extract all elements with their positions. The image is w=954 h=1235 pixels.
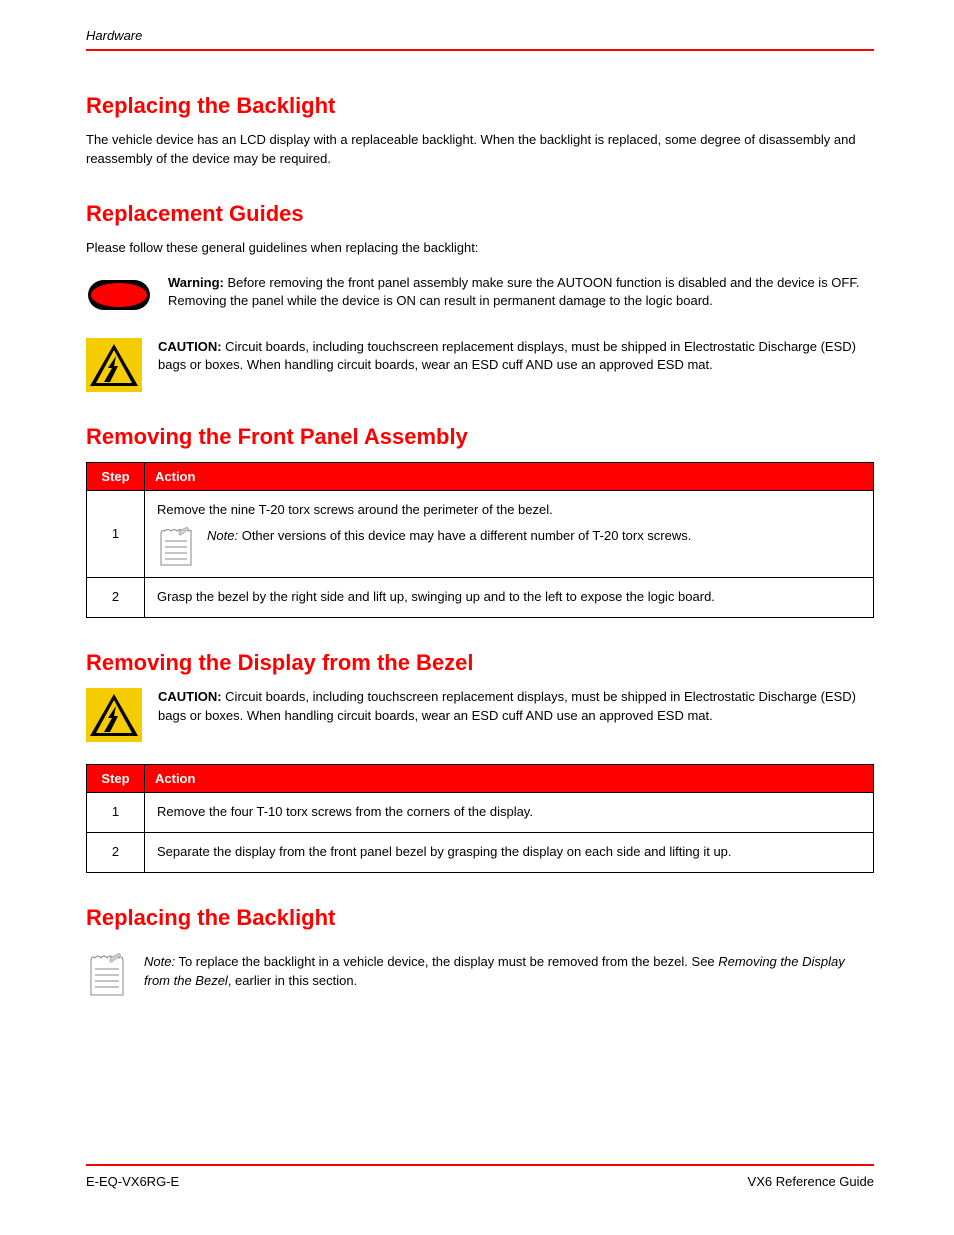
esd-block-2: CAUTION: Circuit boards, including touch… — [86, 688, 874, 742]
cell-note-body: Other versions of this device may have a… — [242, 528, 692, 543]
table-row: 1 Remove the four T-10 torx screws from … — [87, 793, 874, 833]
cell-note: Note: Other versions of this device may … — [157, 527, 861, 567]
esd-text-2: CAUTION: Circuit boards, including touch… — [158, 688, 874, 726]
header-rule — [86, 49, 874, 51]
warning-body: Before removing the front panel assembly… — [168, 275, 859, 309]
th-action: Action — [145, 462, 874, 490]
esd-label-2: CAUTION: — [158, 689, 225, 704]
esd-icon — [86, 338, 142, 392]
esd-block-1: CAUTION: Circuit boards, including touch… — [86, 338, 874, 392]
esd-body-2: Circuit boards, including touchscreen re… — [158, 689, 856, 723]
note-block: Note: To replace the backlight in a vehi… — [86, 953, 874, 997]
esd-text-1: CAUTION: Circuit boards, including touch… — [158, 338, 874, 376]
esd-icon — [86, 688, 142, 742]
table-row: 2 Separate the display from the front pa… — [87, 833, 874, 873]
esd-body-1: Circuit boards, including touchscreen re… — [158, 339, 856, 373]
cell-note-label: Note: — [207, 528, 238, 543]
section-title-guides: Replacement Guides — [86, 201, 874, 227]
cell-note-text: Note: Other versions of this device may … — [207, 527, 861, 545]
note-tail: , earlier in this section. — [228, 973, 357, 988]
table-row: 2 Grasp the bezel by the right side and … — [87, 578, 874, 618]
warning-label: Warning: — [168, 275, 227, 290]
table-remove-bezel: Step Action 1 Remove the four T-10 torx … — [86, 764, 874, 873]
footer-left: E-EQ-VX6RG-E — [86, 1174, 179, 1189]
table-row: 1 Remove the nine T-20 torx screws aroun… — [87, 490, 874, 578]
cell-step-num: 1 — [87, 490, 145, 578]
note-icon — [157, 527, 195, 567]
cell-action-text: Remove the nine T-20 torx screws around … — [157, 501, 861, 520]
section-title-replace-backlight-2: Replacing the Backlight — [86, 905, 874, 931]
running-head: Hardware — [86, 28, 874, 43]
cell-step-num: 1 — [87, 793, 145, 833]
footer-right: VX6 Reference Guide — [748, 1174, 874, 1189]
cell-step-num: 2 — [87, 833, 145, 873]
footer-rule — [86, 1164, 874, 1166]
th-step: Step — [87, 462, 145, 490]
warning-icon — [86, 274, 152, 316]
section-title-backlight: Replacing the Backlight — [86, 93, 874, 119]
note-label: Note: — [144, 954, 175, 969]
table-remove-panel: Step Action 1 Remove the nine T-20 torx … — [86, 462, 874, 619]
warning-text: Warning: Before removing the front panel… — [168, 274, 874, 312]
para-guides-intro: Please follow these general guidelines w… — [86, 239, 874, 258]
th-action: Action — [145, 765, 874, 793]
footer: E-EQ-VX6RG-E VX6 Reference Guide — [86, 1164, 874, 1189]
para-backlight: The vehicle device has an LCD display wi… — [86, 131, 874, 169]
section-title-remove-bezel: Removing the Display from the Bezel — [86, 650, 874, 676]
note-lead: To replace the backlight in a vehicle de… — [178, 954, 718, 969]
cell-action: Remove the four T-10 torx screws from th… — [145, 793, 874, 833]
warning-block: Warning: Before removing the front panel… — [86, 274, 874, 316]
cell-action: Separate the display from the front pane… — [145, 833, 874, 873]
cell-step-num: 2 — [87, 578, 145, 618]
cell-action: Remove the nine T-20 torx screws around … — [145, 490, 874, 578]
cell-action: Grasp the bezel by the right side and li… — [145, 578, 874, 618]
note-icon — [86, 953, 128, 997]
th-step: Step — [87, 765, 145, 793]
section-title-remove-panel: Removing the Front Panel Assembly — [86, 424, 874, 450]
esd-label-1: CAUTION: — [158, 339, 225, 354]
note-text: Note: To replace the backlight in a vehi… — [144, 953, 874, 991]
